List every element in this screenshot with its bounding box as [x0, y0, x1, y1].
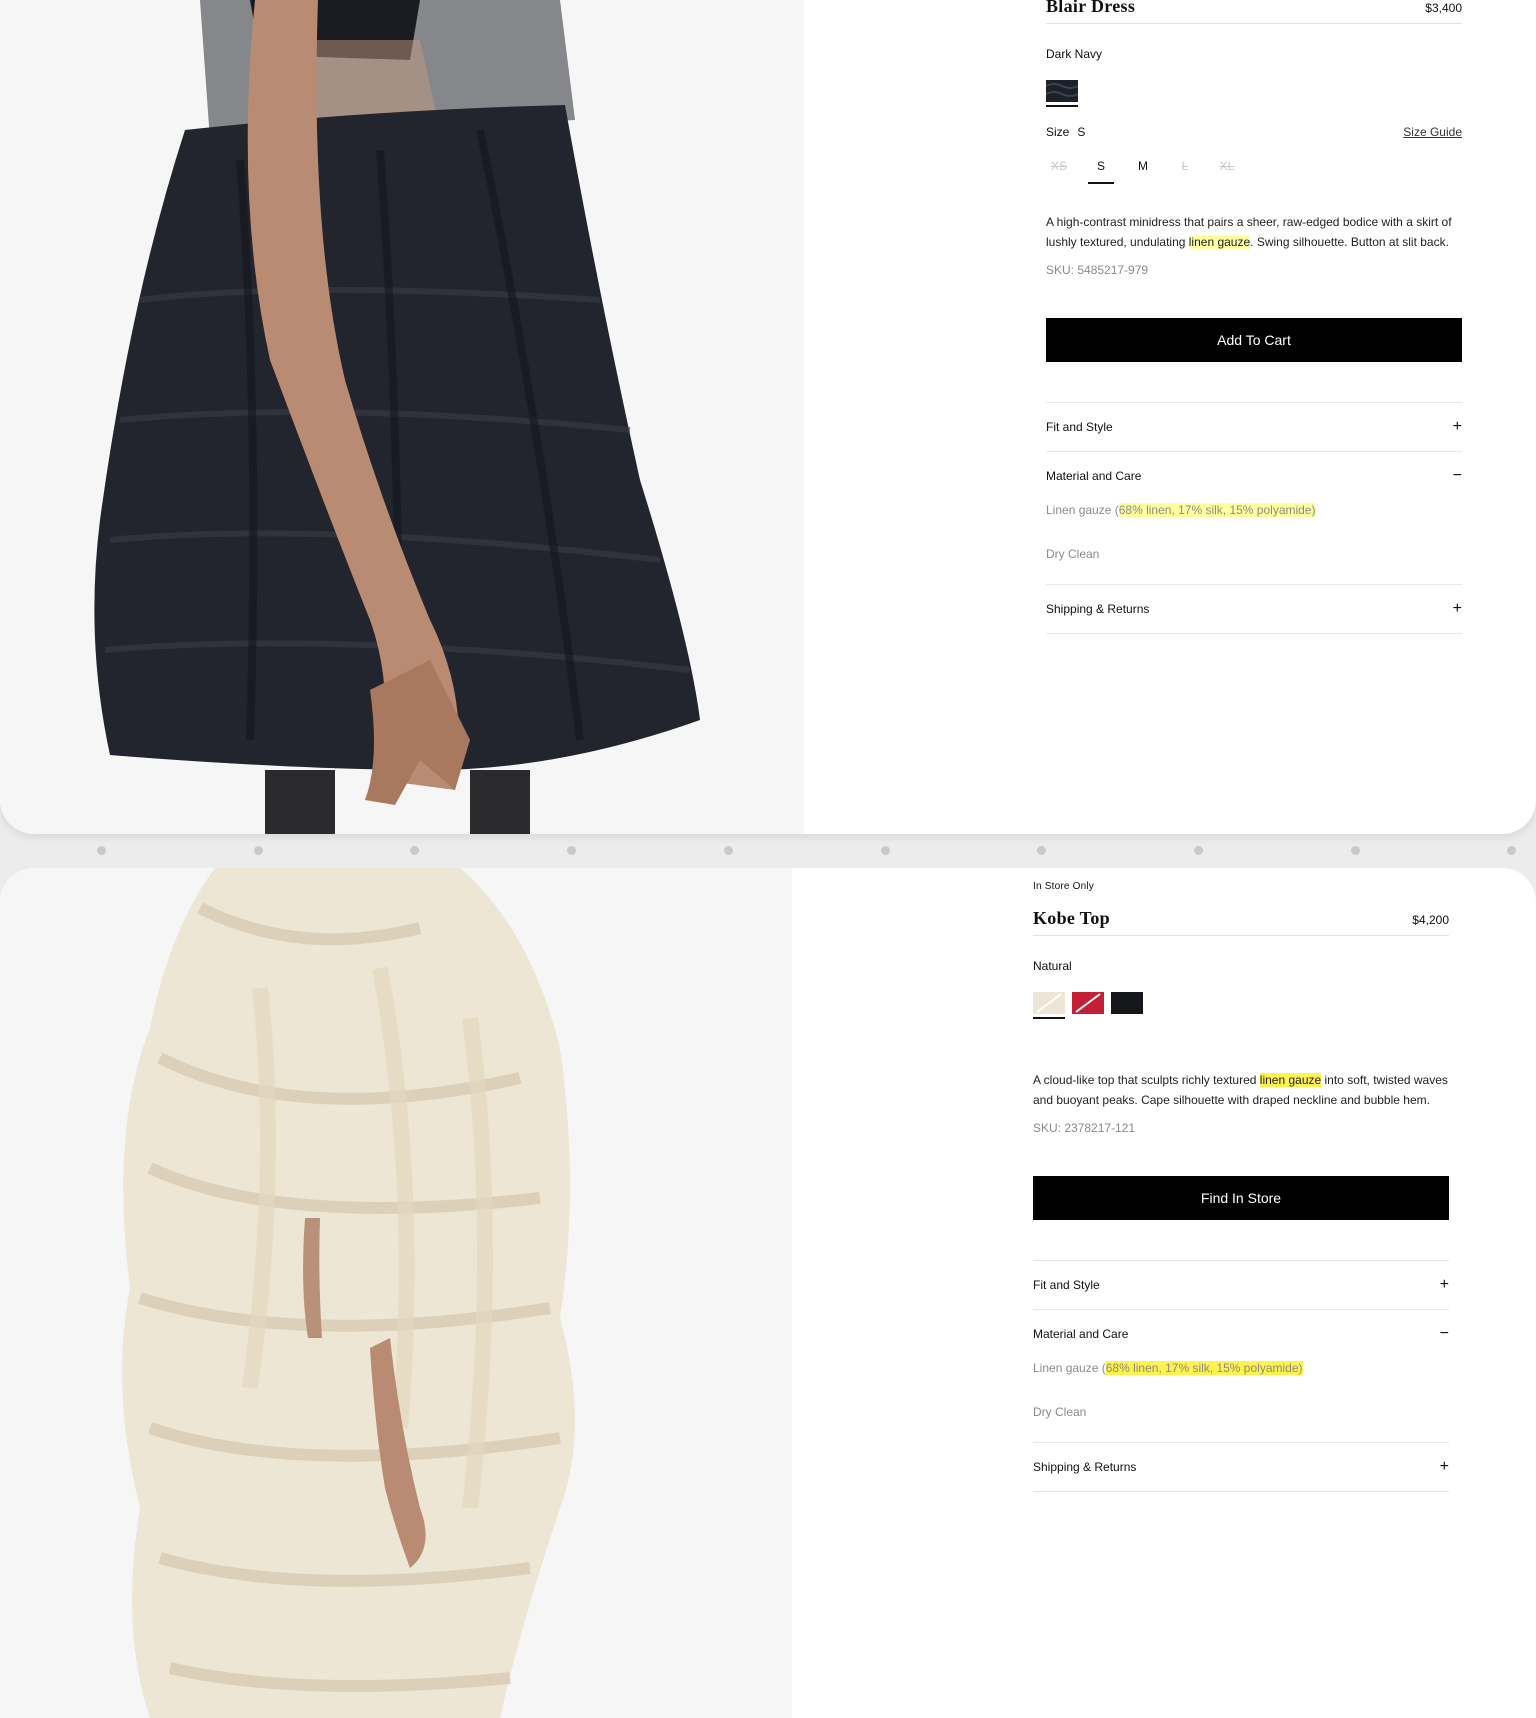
accordion-title: Shipping & Returns — [1046, 602, 1150, 616]
dot-decoration — [97, 846, 106, 855]
description-text-end: . Swing silhouette. Button at slit back. — [1250, 235, 1449, 249]
material-text: Linen gauze ( — [1046, 503, 1119, 517]
accordion-title: Material and Care — [1033, 1327, 1129, 1341]
size-label: Size S — [1046, 125, 1085, 139]
color-name: Natural — [1033, 959, 1072, 973]
find-in-store-button[interactable]: Find In Store — [1033, 1176, 1449, 1220]
description-text: A cloud-like top that sculpts richly tex… — [1033, 1073, 1260, 1087]
accordion-header-shipping[interactable]: Shipping & Returns + — [1033, 1443, 1449, 1491]
dot-decoration — [1507, 846, 1516, 855]
in-store-badge: In Store Only — [1033, 881, 1094, 892]
accordion-material-and-care: Material and Care − Linen gauze (68% lin… — [1033, 1310, 1449, 1443]
add-to-cart-button[interactable]: Add To Cart — [1046, 318, 1462, 362]
swatch-dark-navy[interactable] — [1046, 80, 1078, 107]
dot-decoration — [254, 846, 263, 855]
color-swatches — [1033, 992, 1449, 1022]
product-description: A cloud-like top that sculpts richly tex… — [1033, 1070, 1449, 1110]
product-title: Kobe Top — [1033, 908, 1110, 928]
product-price: $3,400 — [1425, 1, 1462, 15]
dot-decoration — [567, 846, 576, 855]
size-option-l[interactable]: L — [1172, 156, 1198, 182]
product-card-blair: Blair Dress $3,400 Dark Navy Size S Size … — [0, 0, 1536, 834]
product-title: Blair Dress — [1046, 0, 1136, 16]
details-accordion: Fit and Style + Material and Care − Line… — [1046, 402, 1462, 634]
care-instructions: Dry Clean — [1033, 1405, 1087, 1419]
material-text: Linen gauze ( — [1033, 1361, 1106, 1375]
material-highlight: 68% linen, 17% silk, 15% polyamide) — [1118, 503, 1316, 517]
product-description: A high-contrast minidress that pairs a s… — [1046, 212, 1462, 252]
size-option-xl[interactable]: XL — [1214, 156, 1240, 182]
product-image-blair-dress[interactable] — [0, 0, 804, 834]
swatch-natural[interactable] — [1033, 992, 1065, 1019]
swatch-fabric-icon — [1046, 80, 1078, 102]
accordion-header-fit[interactable]: Fit and Style + — [1046, 403, 1462, 451]
product-sku: SKU: 5485217-979 — [1046, 263, 1149, 277]
dot-decoration — [724, 846, 733, 855]
color-name: Dark Navy — [1046, 47, 1103, 61]
minus-icon: − — [1439, 1325, 1449, 1342]
size-options: XS S M L XL — [1046, 156, 1462, 184]
description-highlight: linen gauze — [1259, 1073, 1322, 1087]
accordion-title: Fit and Style — [1033, 1278, 1100, 1292]
plus-icon: + — [1452, 600, 1462, 617]
care-instructions: Dry Clean — [1046, 547, 1100, 561]
accordion-title: Material and Care — [1046, 469, 1142, 483]
color-swatches — [1046, 80, 1462, 110]
size-option-xs[interactable]: XS — [1046, 156, 1072, 182]
details-accordion: Fit and Style + Material and Care − Line… — [1033, 1260, 1449, 1492]
product-info-blair: Blair Dress $3,400 Dark Navy Size S Size … — [1046, 0, 1462, 634]
dot-decoration — [410, 846, 419, 855]
size-guide-link[interactable]: Size Guide — [1403, 125, 1462, 139]
top-illustration — [0, 868, 792, 1718]
dress-illustration — [0, 0, 804, 834]
accordion-title: Shipping & Returns — [1033, 1460, 1137, 1474]
plus-icon: + — [1439, 1458, 1449, 1475]
accordion-header-material[interactable]: Material and Care − — [1046, 452, 1462, 500]
plus-icon: + — [1439, 1276, 1449, 1293]
product-card-kobe: In Store Only Kobe Top $4,200 Natural A … — [0, 868, 1536, 1718]
product-image-kobe-top[interactable] — [0, 868, 792, 1718]
accordion-fit-and-style: Fit and Style + — [1046, 403, 1462, 452]
material-highlight: 68% linen, 17% silk, 15% polyamide) — [1105, 1361, 1303, 1375]
dot-decoration — [1194, 846, 1203, 855]
swatch-fabric-icon — [1033, 992, 1065, 1014]
accordion-header-fit[interactable]: Fit and Style + — [1033, 1261, 1449, 1309]
dot-decoration — [1351, 846, 1360, 855]
material-composition: Linen gauze (68% linen, 17% silk, 15% po… — [1046, 500, 1462, 520]
title-row: Blair Dress $3,400 — [1046, 0, 1462, 24]
product-price: $4,200 — [1412, 913, 1449, 927]
accordion-header-shipping[interactable]: Shipping & Returns + — [1046, 585, 1462, 633]
accordion-body-material: Linen gauze (68% linen, 17% silk, 15% po… — [1046, 500, 1462, 584]
accordion-shipping-returns: Shipping & Returns + — [1046, 585, 1462, 634]
swatch-fabric-icon — [1111, 992, 1143, 1014]
material-composition: Linen gauze (68% linen, 17% silk, 15% po… — [1033, 1358, 1449, 1378]
title-row: Kobe Top $4,200 — [1033, 900, 1449, 936]
accordion-material-and-care: Material and Care − Linen gauze (68% lin… — [1046, 452, 1462, 585]
size-label-text: Size — [1046, 125, 1070, 139]
accordion-shipping-returns: Shipping & Returns + — [1033, 1443, 1449, 1492]
size-selected-value: S — [1077, 125, 1086, 139]
size-option-m[interactable]: M — [1130, 156, 1156, 182]
divider-dots — [0, 846, 1536, 856]
description-highlight: linen gauze — [1188, 235, 1251, 249]
size-option-s[interactable]: S — [1088, 156, 1114, 184]
product-sku: SKU: 2378217-121 — [1033, 1121, 1136, 1135]
minus-icon: − — [1452, 467, 1462, 484]
swatch-black[interactable] — [1111, 992, 1143, 1014]
size-row: Size S Size Guide — [1046, 122, 1462, 142]
accordion-header-material[interactable]: Material and Care − — [1033, 1310, 1449, 1358]
product-info-kobe: In Store Only Kobe Top $4,200 Natural A … — [1033, 880, 1449, 1492]
accordion-body-material: Linen gauze (68% linen, 17% silk, 15% po… — [1033, 1358, 1449, 1442]
dot-decoration — [1037, 846, 1046, 855]
plus-icon: + — [1452, 418, 1462, 435]
accordion-title: Fit and Style — [1046, 420, 1113, 434]
swatch-fabric-icon — [1072, 992, 1104, 1014]
dot-decoration — [881, 846, 890, 855]
accordion-fit-and-style: Fit and Style + — [1033, 1261, 1449, 1310]
swatch-red[interactable] — [1072, 992, 1104, 1014]
